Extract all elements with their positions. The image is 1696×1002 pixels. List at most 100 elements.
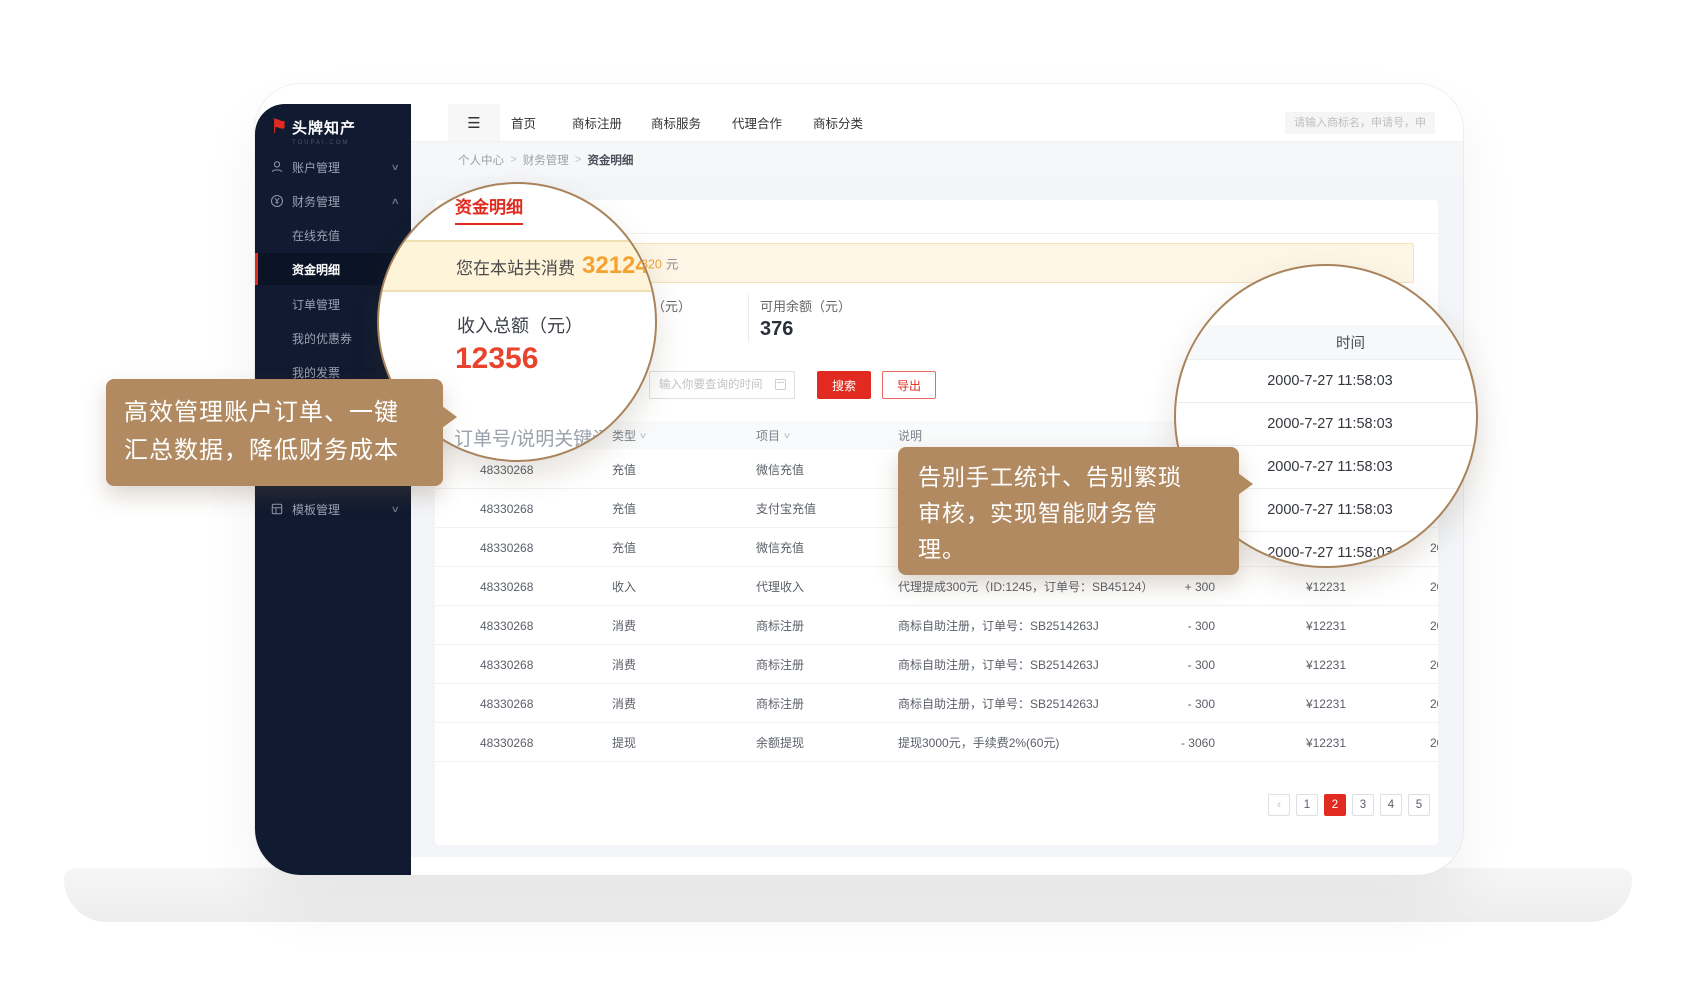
pagination: ‹ 1 2 3 4 5 (1158, 794, 1430, 816)
cell-type: 消费 (612, 645, 636, 684)
brand-name: 头牌知产 (292, 120, 356, 137)
callout-left-line2: 汇总数据，降低财务成本 (124, 432, 425, 470)
breadcrumb-link-finance[interactable]: 财务管理 (523, 152, 569, 168)
cell-time: 2000-7-27 11:58:03 (1430, 606, 1438, 645)
brand-flag-icon: ⚑ (270, 117, 288, 137)
sidebar-item-templates[interactable]: 模板管理 ∨ (255, 493, 411, 525)
sidebar-item-label: 财务管理 (292, 193, 340, 210)
cell-time: 2000-7-27 11:58:03 (1430, 684, 1438, 723)
brand-tagline: TOUPAI.COM (292, 140, 356, 146)
magnified-income-value: 12356 (455, 342, 538, 376)
table-row: 48330268 消费 商标注册 商标自助注册，订单号：SB2514263J -… (435, 684, 1438, 723)
callout-right-line3: 理。 (918, 531, 1219, 567)
cell-order: 48330268 (480, 528, 533, 567)
cell-time: 2000-7-27 11:58:03 (1430, 645, 1438, 684)
page-button-2-active[interactable]: 2 (1324, 794, 1346, 816)
sidebar-item-label: 我的发票 (292, 364, 340, 381)
cell-desc: 商标自助注册，订单号：SB2514263J (898, 684, 1099, 723)
sidebar-item-label: 资金明细 (292, 261, 340, 278)
magnified-income-label: 收入总额（元） (457, 312, 583, 338)
search-button[interactable]: 搜索 (817, 371, 871, 399)
search-input[interactable] (1285, 112, 1435, 134)
cell-balance: ¥12231 (1265, 684, 1346, 723)
breadcrumb-sep: > (510, 154, 517, 166)
nav-trademark-class[interactable]: 商标分类 (813, 104, 863, 141)
page: ⚑ 头牌知产 TOUPAI.COM 账户管理 ∨ 财务管理 ∧ (0, 0, 1696, 1002)
sidebar-item-label: 我的优惠券 (292, 330, 352, 347)
cell-type: 充值 (612, 528, 636, 567)
cell-project: 微信充值 (756, 528, 804, 567)
table-row: 48330268 消费 商标注册 商标自助注册，订单号：SB2514263J -… (435, 645, 1438, 684)
breadcrumb-sep: > (575, 154, 582, 166)
page-button-4[interactable]: 4 (1380, 794, 1402, 816)
sidebar-item-label: 订单管理 (292, 296, 340, 313)
sidebar-item-finance[interactable]: 财务管理 ∧ (255, 185, 411, 217)
cell-balance: ¥12231 (1265, 723, 1346, 762)
cell-order: 48330268 (480, 645, 533, 684)
top-navbar: ☰ 首页 商标注册 商标服务 代理合作 商标分类 (411, 104, 1463, 141)
stats-divider (748, 294, 749, 342)
page-prev-button[interactable]: ‹ (1268, 794, 1290, 816)
sidebar-item-label: 在线充值 (292, 227, 340, 244)
callout-left-line1: 高效管理账户订单、一键 (124, 394, 425, 432)
hamburger-menu-icon[interactable]: ☰ (448, 104, 500, 141)
breadcrumb-bar: 个人中心 > 财务管理 > 资金明细 (411, 141, 1463, 177)
balance-label: 可用余额（元） (760, 296, 851, 315)
chevron-down-icon: ∨ (391, 162, 400, 173)
callout-right: 告别手工统计、告别繁琐 审核，实现智能财务管 理。 (898, 447, 1239, 575)
callout-left: 高效管理账户订单、一键 汇总数据，降低财务成本 (106, 379, 443, 486)
laptop-base (64, 868, 1632, 922)
cell-project: 微信充值 (756, 450, 804, 489)
cell-desc: 提现3000元，手续费2%(60元) (898, 723, 1059, 762)
breadcrumb: 个人中心 > 财务管理 > 资金明细 (458, 142, 633, 178)
cell-project: 代理收入 (756, 567, 804, 606)
export-button[interactable]: 导出 (882, 371, 936, 399)
col-type-header[interactable]: 类型∨ (612, 421, 646, 449)
callout-right-line1: 告别手工统计、告别繁琐 (918, 459, 1219, 495)
breadcrumb-link-personal[interactable]: 个人中心 (458, 152, 504, 168)
sidebar-item-label: 账户管理 (292, 159, 340, 176)
col-project-header[interactable]: 项目∨ (756, 421, 790, 449)
cell-project: 商标注册 (756, 606, 804, 645)
cell-order: 48330268 (480, 606, 533, 645)
col-desc-header: 说明 (898, 421, 922, 449)
cell-type: 消费 (612, 606, 636, 645)
sort-icon: ∨ (639, 431, 648, 440)
cell-order: 48330268 (480, 567, 533, 606)
cell-project: 商标注册 (756, 645, 804, 684)
page-button-5[interactable]: 5 (1408, 794, 1430, 816)
cell-project: 余额提现 (756, 723, 804, 762)
page-button-3[interactable]: 3 (1352, 794, 1374, 816)
cell-balance: ¥12231 (1265, 606, 1346, 645)
calendar-icon[interactable] (775, 379, 786, 390)
cell-amount: - 300 (1135, 684, 1215, 723)
table-row: 48330268 消费 商标注册 商标自助注册，订单号：SB2514263J -… (435, 606, 1438, 645)
brand-logo: ⚑ 头牌知产 TOUPAI.COM (270, 117, 356, 146)
nav-agent-coop[interactable]: 代理合作 (732, 104, 782, 141)
magnified-banner: 您在本站共消费 32124 (377, 240, 657, 292)
page-button-1[interactable]: 1 (1296, 794, 1318, 816)
sort-icon: ∨ (783, 431, 792, 440)
cell-desc: 商标自助注册，订单号：SB2514263J (898, 645, 1099, 684)
sidebar-item-label: 模板管理 (292, 501, 340, 518)
callout-right-line2: 审核，实现智能财务管 (918, 495, 1219, 531)
chevron-up-icon: ∧ (391, 196, 400, 207)
nav-home[interactable]: 首页 (511, 104, 536, 141)
cell-balance: ¥12231 (1265, 567, 1346, 606)
sidebar-item-account[interactable]: 账户管理 ∨ (255, 151, 411, 183)
time-query-input[interactable] (649, 371, 795, 399)
cell-desc: 商标自助注册，订单号：SB2514263J (898, 606, 1099, 645)
nav-trademark-register[interactable]: 商标注册 (572, 104, 622, 141)
user-icon (270, 160, 284, 174)
cell-amount: - 300 (1135, 645, 1215, 684)
balance-value: 376 (760, 318, 793, 341)
magnified-time-row: 2000-7-27 11:58:03 (1176, 402, 1476, 445)
sidebar: ⚑ 头牌知产 TOUPAI.COM 账户管理 ∨ 财务管理 ∧ (255, 104, 411, 875)
cell-balance: ¥12231 (1265, 645, 1346, 684)
nav-trademark-service[interactable]: 商标服务 (651, 104, 701, 141)
cell-type: 收入 (612, 567, 636, 606)
cell-type: 消费 (612, 684, 636, 723)
cell-project: 支付宝充值 (756, 489, 816, 528)
cell-project: 商标注册 (756, 684, 804, 723)
cell-type: 充值 (612, 450, 636, 489)
